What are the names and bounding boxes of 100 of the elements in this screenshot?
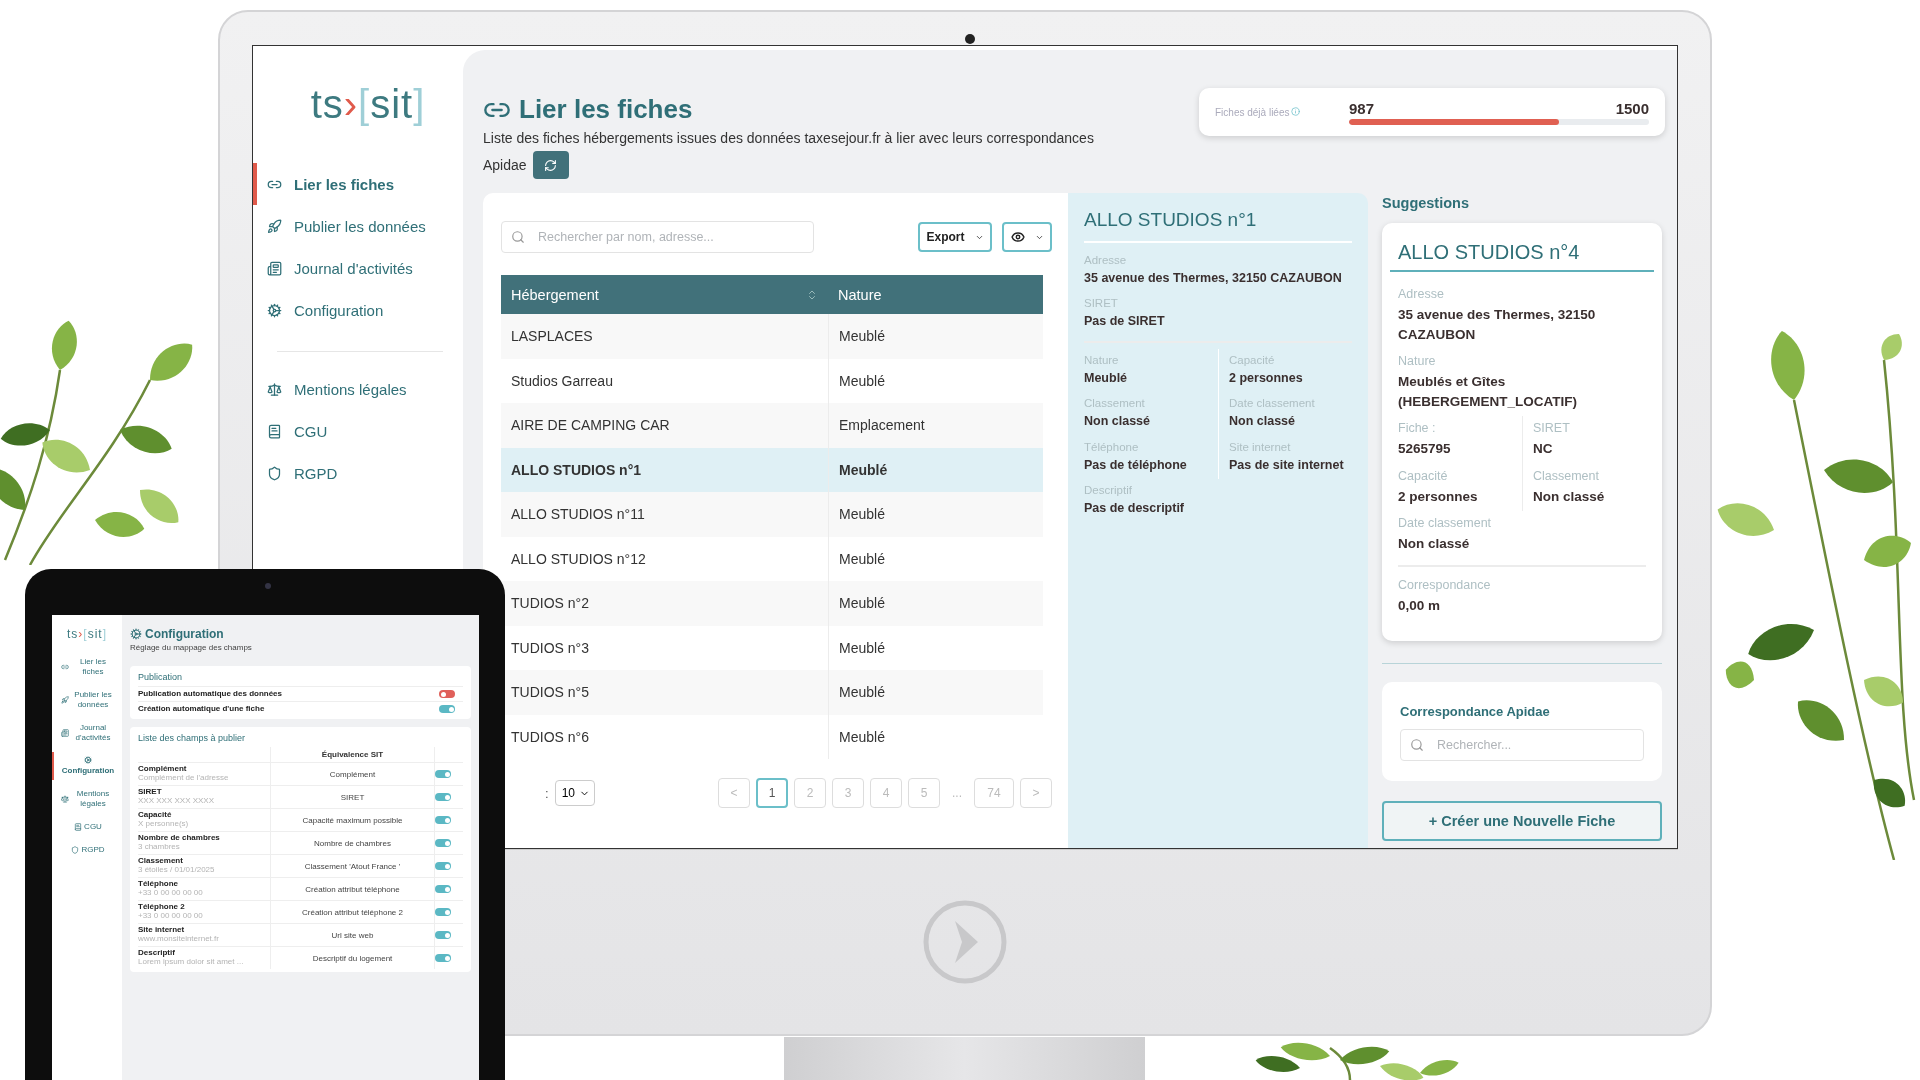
camera-dot xyxy=(965,34,975,44)
field-value: Non classé xyxy=(1533,487,1606,506)
search-field[interactable]: Rechercher par nom, adresse... xyxy=(501,221,814,253)
field-value: Non classé xyxy=(1084,413,1151,431)
apidae-title: Correspondance Apidae xyxy=(1400,703,1551,719)
field-equivalent: Nombre de chambres xyxy=(314,838,391,848)
scale-icon xyxy=(267,381,282,397)
field-value: 0,00 m xyxy=(1398,596,1442,615)
table-row[interactable]: AIRE DE CAMPING CAR Emplacement xyxy=(501,403,1043,448)
toggle-label: Création automatique d'une fiche xyxy=(138,704,265,714)
shield-icon xyxy=(71,846,80,854)
field-hint: X personne(s) xyxy=(138,820,190,829)
table-cell-text: TUDIOS n°3 xyxy=(510,638,590,658)
newspaper-icon xyxy=(61,729,69,737)
scale-icon xyxy=(61,795,69,803)
toggle-switch[interactable] xyxy=(435,908,451,916)
view-button[interactable] xyxy=(1002,222,1052,252)
field-name: Capacité xyxy=(138,811,173,820)
table-cell: Meublé xyxy=(828,581,1043,626)
field-equivalent: Création attribut téléphone xyxy=(305,884,400,894)
nav-item[interactable]: RGPD xyxy=(253,452,463,494)
toggle-switch[interactable] xyxy=(435,770,451,778)
stat-label: Fiches déjà liées xyxy=(1215,106,1290,118)
field-label: Capacité xyxy=(1398,468,1449,483)
table-row[interactable]: LASPLACES Meublé xyxy=(501,314,1043,359)
toggle-switch[interactable] xyxy=(435,954,451,962)
field-name: Téléphone xyxy=(138,880,179,889)
toggle-switch[interactable] xyxy=(435,816,451,824)
nav-item[interactable]: CGU xyxy=(253,410,463,452)
search-field[interactable]: Rechercher... xyxy=(1400,728,1644,761)
toggle-switch[interactable] xyxy=(435,793,451,801)
nav-item[interactable]: Publier les données xyxy=(253,205,463,247)
table-row[interactable]: ALLO STUDIOS n°11 Meublé xyxy=(501,492,1043,537)
table-cell-text: LASPLACES xyxy=(510,327,594,347)
field-value: Non classé xyxy=(1398,535,1471,554)
toggle-switch[interactable] xyxy=(435,885,451,893)
nav-item[interactable]: Publier les données xyxy=(52,686,122,714)
field-value: Non classé xyxy=(1229,413,1296,431)
field-label: SIRET xyxy=(1533,421,1571,436)
field-value: 5265795 xyxy=(1398,440,1452,459)
field-equivalent: SIRET xyxy=(340,792,365,802)
field-hint: Lorem ipsum dolor sit amet ... xyxy=(138,958,245,967)
table-cell: Meublé xyxy=(828,670,1043,715)
table-cell-text: Studios Garreau xyxy=(510,371,614,391)
table-row[interactable]: ALLO STUDIOS n°1 Meublé xyxy=(501,447,1043,492)
page-description: Liste des fiches hébergements issues des données taxesejour.fr à lier avec leurs correspondances xyxy=(483,129,1094,148)
suggestion-card[interactable] xyxy=(1382,223,1662,641)
toggle-label: Publication automatique des données xyxy=(138,689,283,699)
field-name: SIRET xyxy=(138,788,163,797)
suggestions-title: Suggestions xyxy=(1382,194,1470,211)
field-value: Meublés et Gîtes (HEBERGEMENT_LOCATIF) xyxy=(1398,373,1578,411)
table-cell: Meublé xyxy=(828,714,1043,759)
field-label: Date classement xyxy=(1398,516,1493,531)
field-name: Descriptif xyxy=(138,949,176,958)
table-row[interactable]: TUDIOS n°2 Meublé xyxy=(501,581,1043,626)
toggle-switch[interactable] xyxy=(439,705,455,713)
page-button[interactable]: 1 xyxy=(756,778,788,808)
field-value: Pas de descriptif xyxy=(1084,499,1186,517)
toggle-switch[interactable] xyxy=(435,931,451,939)
ellipsis: ... xyxy=(951,786,963,800)
nav-item[interactable]: Mentions légales xyxy=(52,785,122,813)
table-cell-text: ALLO STUDIOS n°11 xyxy=(510,505,646,525)
field-hint: www.monsiteinternet.fr xyxy=(138,935,220,944)
table-cell-text: AIRE DE CAMPING CAR xyxy=(510,416,671,436)
nav-item[interactable]: CGU xyxy=(52,818,122,836)
table-cell-text: TUDIOS n°2 xyxy=(510,594,590,614)
sort-icon[interactable] xyxy=(806,288,818,301)
rocket-icon xyxy=(267,218,282,234)
stat-value: 987 xyxy=(1349,99,1375,117)
nav-item[interactable]: RGPD xyxy=(52,841,122,859)
field-value: 35 avenue des Thermes, 32150 CAZAUBON xyxy=(1398,306,1597,344)
page-size-select[interactable]: 10 xyxy=(554,780,595,806)
toggle-switch[interactable] xyxy=(435,862,451,870)
card-title: Liste des champs à publier xyxy=(138,733,247,743)
create-button[interactable]: + Créer une Nouvelle Fiche xyxy=(1382,800,1662,841)
field-equivalent: Descriptif du logement xyxy=(312,953,393,963)
nav-item[interactable]: Journal d'activités xyxy=(253,247,463,289)
export-button[interactable]: Export xyxy=(918,222,992,252)
table-cell: Meublé xyxy=(828,492,1043,537)
refresh-button[interactable] xyxy=(532,151,569,179)
nav-item[interactable]: Configuration xyxy=(253,289,463,331)
nav-item[interactable]: Mentions légales xyxy=(253,368,463,410)
shield-icon xyxy=(267,465,282,481)
column-header[interactable]: Hébergement xyxy=(511,286,599,303)
field-name: Complément xyxy=(138,765,188,774)
field-hint: XXX XXX XXX XXXX xyxy=(138,797,216,806)
column-header[interactable]: Nature xyxy=(838,286,882,303)
toggle-switch[interactable] xyxy=(435,839,451,847)
card-title: Publication xyxy=(138,672,184,682)
table-cell-text: TUDIOS n°6 xyxy=(510,727,590,747)
camera-dot xyxy=(265,583,271,589)
page-title: Configuration xyxy=(145,627,224,641)
field-name: Site internet xyxy=(138,926,186,935)
field-hint: 3 chambres xyxy=(138,843,181,852)
gear-icon xyxy=(130,628,142,640)
info-icon xyxy=(1291,106,1301,116)
toggle-switch[interactable] xyxy=(439,690,455,698)
nav-item[interactable]: Journal d'activités xyxy=(52,719,122,747)
nav-item[interactable]: Lier les fiches xyxy=(52,653,122,681)
field-value: 35 avenue des Thermes, 32150 CAZAUBON xyxy=(1084,270,1343,287)
